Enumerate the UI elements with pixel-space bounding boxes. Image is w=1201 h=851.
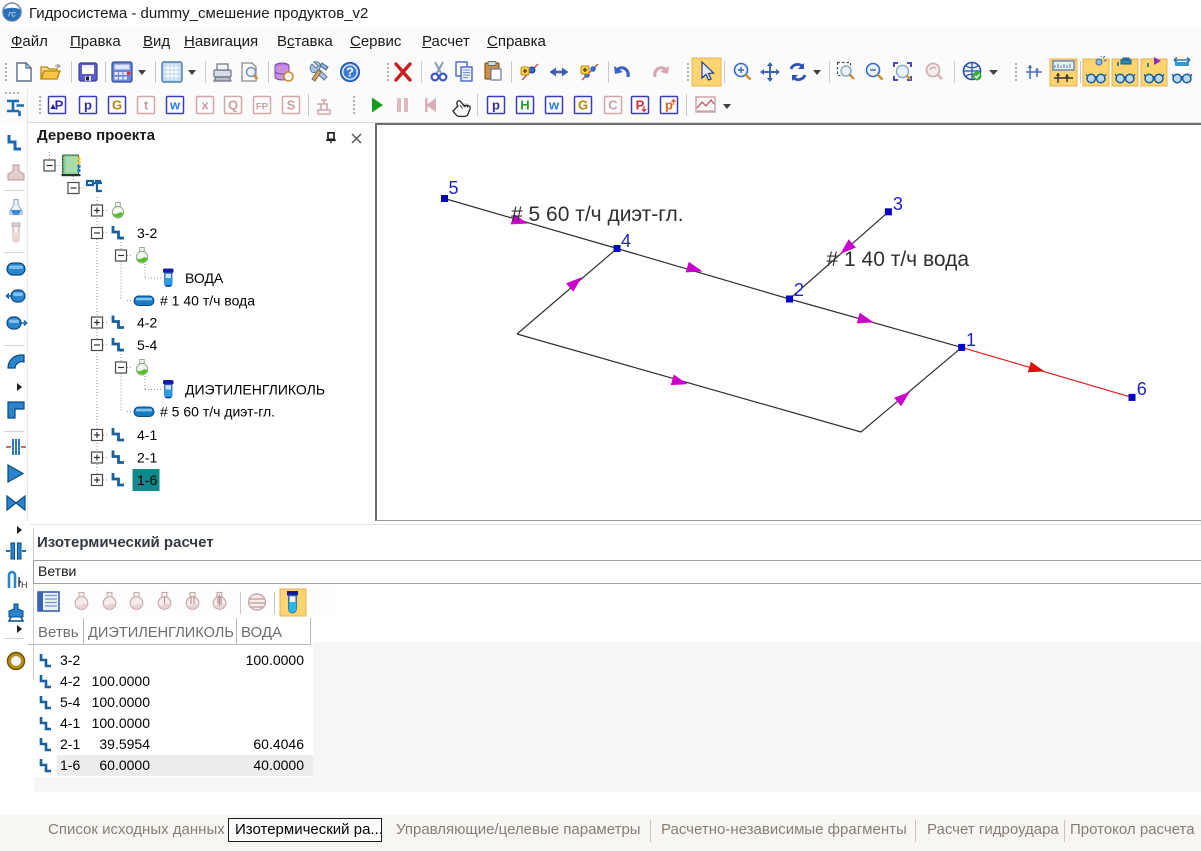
svg-text:4-1: 4-1 — [60, 715, 80, 731]
svg-text:1-6: 1-6 — [60, 757, 80, 773]
svg-text:x: x — [201, 98, 209, 113]
svg-text:P: P — [55, 98, 64, 113]
svg-text:4: 4 — [621, 231, 631, 251]
svg-text:2-1: 2-1 — [137, 450, 157, 466]
svg-text:ГС: ГС — [8, 13, 16, 19]
svg-text:100.0000: 100.0000 — [92, 673, 151, 689]
svg-text:t: t — [144, 98, 149, 113]
svg-text:S: S — [287, 98, 296, 113]
svg-text:3-2: 3-2 — [60, 652, 80, 668]
svg-text:ВОДА: ВОДА — [241, 624, 282, 641]
svg-text:1-6: 1-6 — [137, 472, 157, 488]
svg-text:60.4046: 60.4046 — [253, 736, 304, 752]
svg-text:?: ? — [346, 65, 354, 80]
svg-text:100.0000: 100.0000 — [246, 652, 305, 668]
svg-text:p: p — [492, 98, 500, 113]
svg-text:G: G — [578, 98, 588, 113]
svg-text:H: H — [520, 98, 529, 113]
svg-text:4-2: 4-2 — [60, 673, 80, 689]
svg-text:4-1: 4-1 — [137, 427, 157, 443]
svg-text:Q: Q — [228, 98, 238, 113]
svg-text:40.0000: 40.0000 — [253, 757, 304, 773]
svg-text:5-4: 5-4 — [60, 694, 80, 710]
svg-text:5: 5 — [449, 178, 459, 198]
svg-text:6: 6 — [1137, 379, 1147, 399]
svg-text:# 1 40 т/ч вода: # 1 40 т/ч вода — [160, 293, 255, 309]
svg-text:100.0000: 100.0000 — [92, 694, 151, 710]
svg-text:p: p — [84, 98, 92, 113]
svg-text:G: G — [112, 98, 122, 113]
svg-text:# 5 60 т/ч диэт-гл.: # 5 60 т/ч диэт-гл. — [160, 404, 275, 420]
svg-text:3-2: 3-2 — [137, 225, 157, 241]
svg-text:C: C — [608, 98, 618, 113]
svg-text:2-1: 2-1 — [60, 736, 80, 752]
svg-text:4-2: 4-2 — [137, 315, 157, 331]
svg-text:39.5954: 39.5954 — [99, 736, 150, 752]
svg-text:1: 1 — [966, 330, 976, 350]
svg-text:ДИЭТИЛЕНГЛИКОЛЬ: ДИЭТИЛЕНГЛИКОЛЬ — [185, 382, 325, 398]
svg-text:ВОДА: ВОДА — [185, 270, 224, 286]
svg-text:# 1 40 т/ч вода: # 1 40 т/ч вода — [827, 248, 970, 271]
svg-text:Ветвь: Ветвь — [38, 624, 79, 641]
svg-text:w: w — [169, 98, 181, 113]
svg-text:100.0000: 100.0000 — [92, 715, 151, 731]
svg-text:ДИЭТИЛЕНГЛИКОЛЬ: ДИЭТИЛЕНГЛИКОЛЬ — [88, 625, 234, 641]
svg-text:FP: FP — [256, 102, 269, 113]
svg-text:5-4: 5-4 — [137, 337, 157, 353]
svg-text:2: 2 — [794, 280, 804, 300]
svg-text:p: p — [665, 98, 673, 113]
svg-text:w: w — [548, 98, 560, 113]
svg-text:3: 3 — [893, 194, 903, 214]
svg-text:H: H — [21, 580, 28, 590]
svg-text:# 5 60 т/ч диэт-гл.: # 5 60 т/ч диэт-гл. — [511, 203, 684, 226]
svg-text:60.0000: 60.0000 — [99, 757, 150, 773]
